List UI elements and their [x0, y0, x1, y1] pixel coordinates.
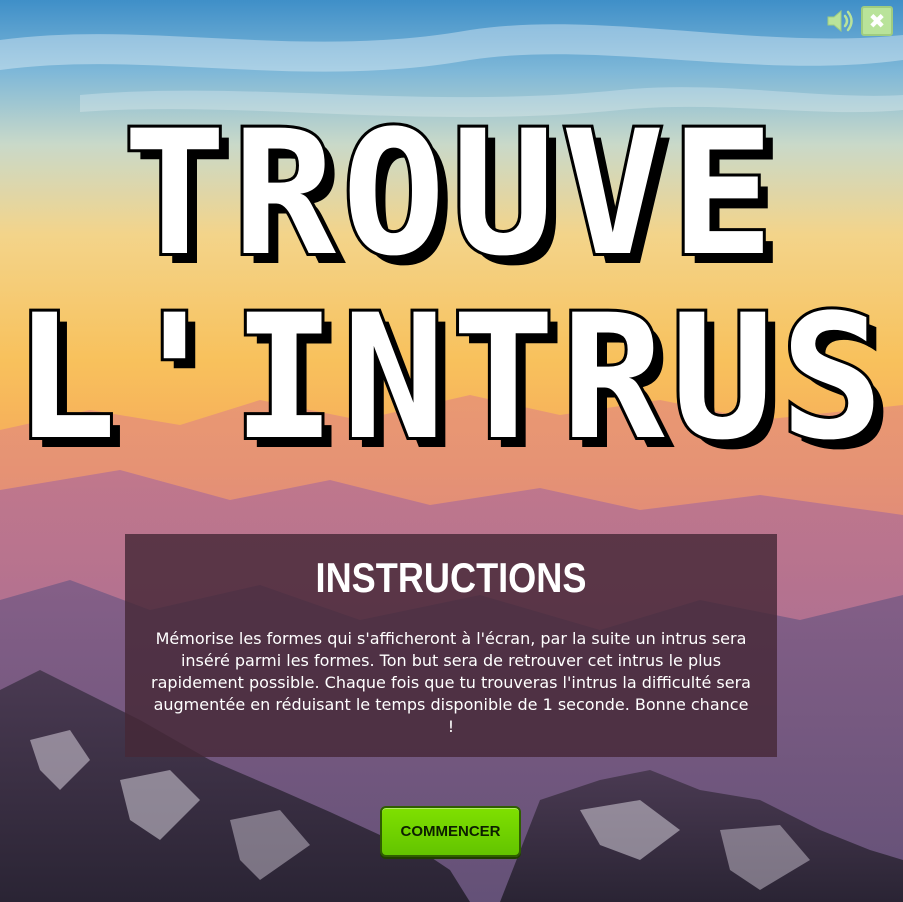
sound-toggle-button[interactable]: [825, 6, 857, 36]
speaker-icon: [827, 9, 853, 33]
game-title-line-2: L'INTRUS: [10, 277, 890, 478]
start-button[interactable]: COMMENCER: [380, 806, 521, 857]
instructions-text: Mémorise les formes qui s'afficheront à …: [151, 629, 751, 736]
instructions-panel: INSTRUCTIONS Mémorise les formes qui s'a…: [125, 534, 777, 757]
top-controls: ✖: [825, 6, 893, 36]
game-title-line-1: TROUVE: [120, 93, 781, 294]
instructions-heading: INSTRUCTIONS: [315, 554, 587, 601]
close-icon: ✖: [868, 9, 886, 33]
close-button[interactable]: ✖: [861, 6, 893, 36]
